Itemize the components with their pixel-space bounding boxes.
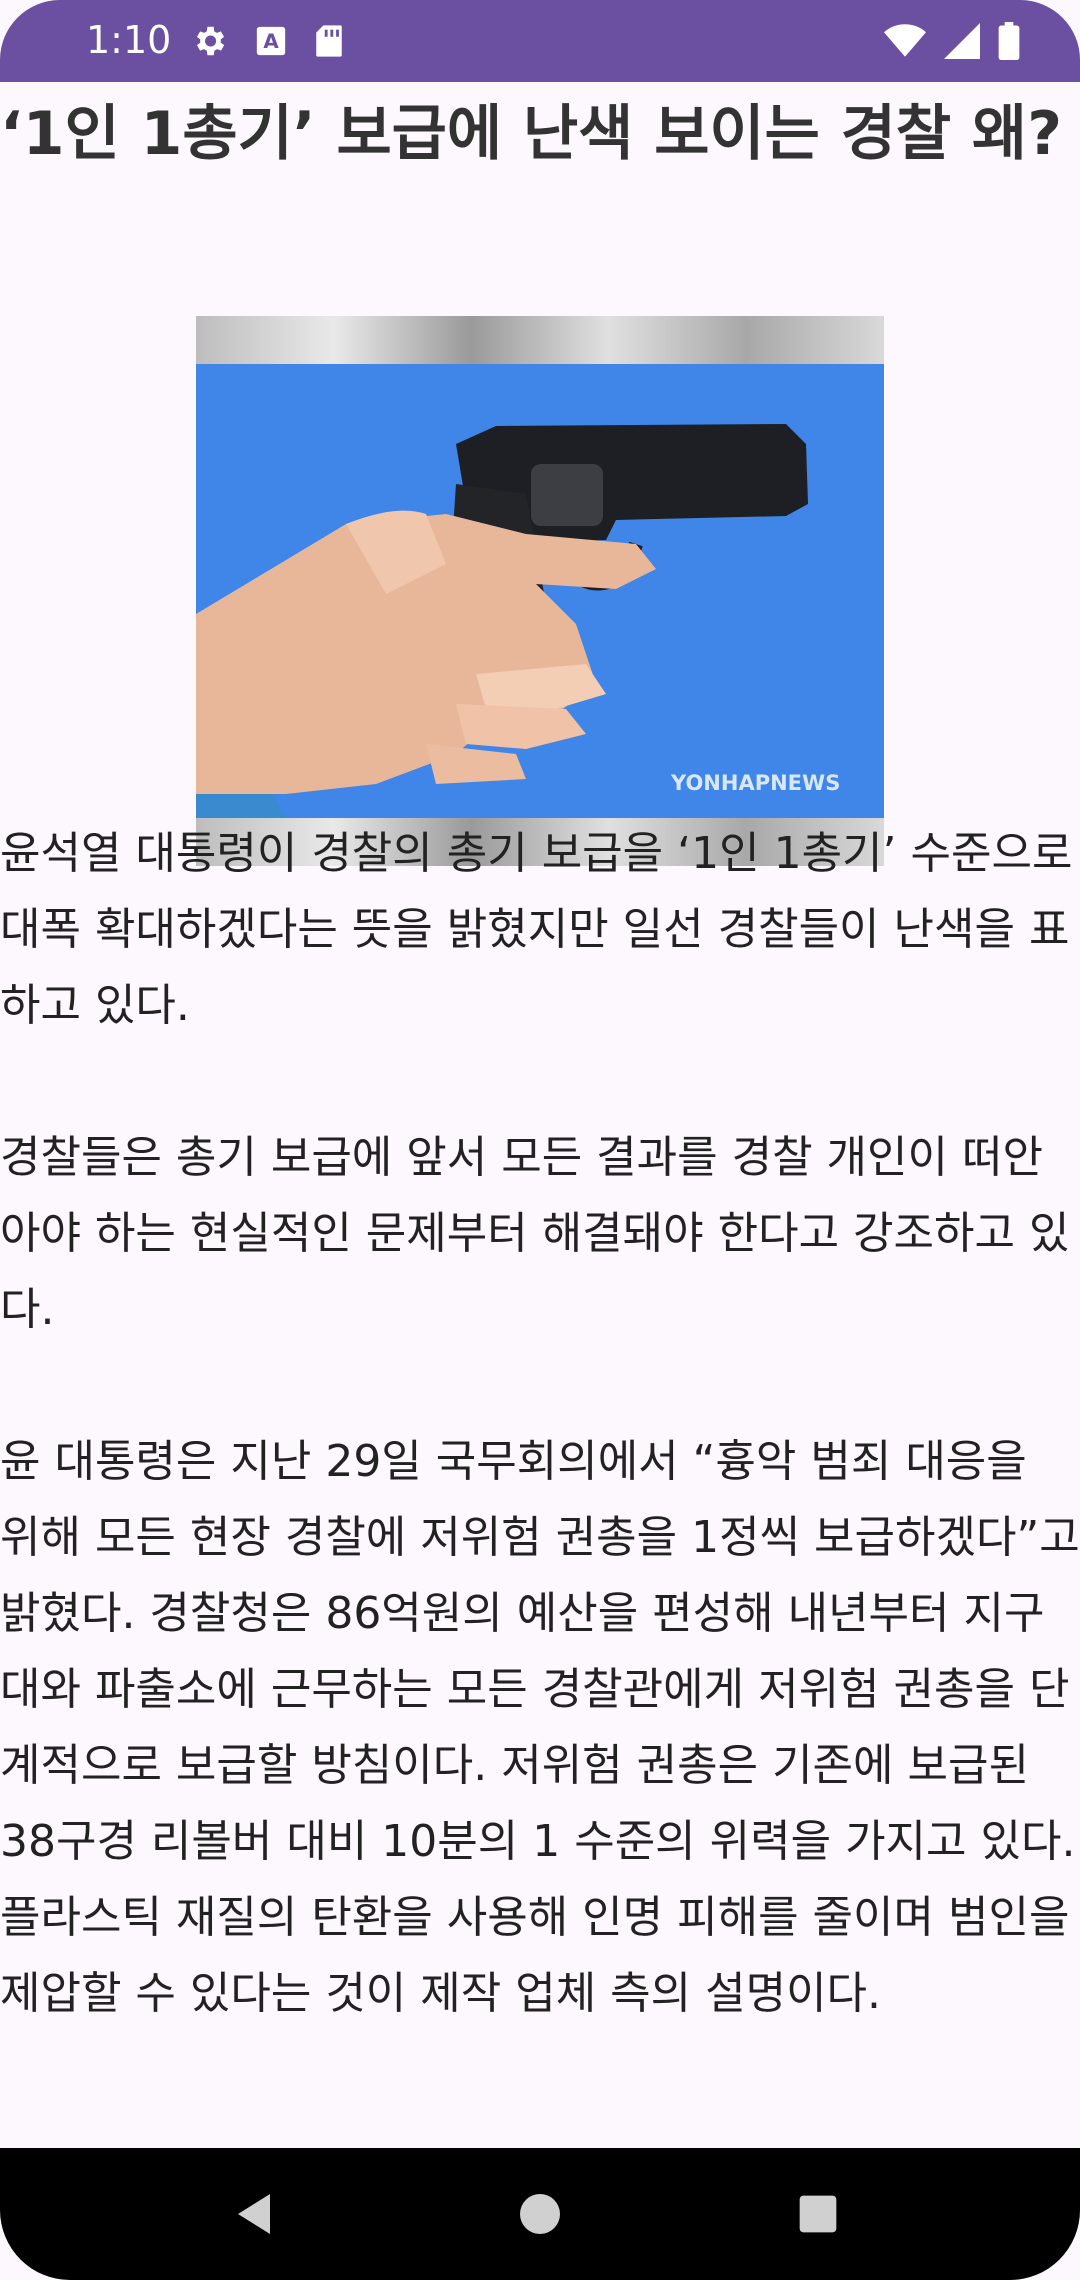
article-headline: ‘1인 1총기’ 보급에 난색 보이는 경찰 왜?	[0, 99, 1063, 169]
home-icon[interactable]	[516, 2190, 564, 2242]
status-time: 1:10	[86, 18, 172, 62]
back-icon[interactable]	[232, 2190, 280, 2242]
text-a-icon: A	[254, 24, 288, 62]
status-left-icons: A	[190, 22, 344, 64]
status-right-icons	[884, 22, 1020, 64]
signal-icon	[944, 23, 980, 63]
revolver-hands-illustration	[196, 424, 808, 818]
article-paragraph: 경찰들은 총기 보급에 앞서 모든 결과를 경찰 개인이 떠안아야 하는 현실적…	[0, 1132, 1070, 1335]
article-body: 윤석열 대통령이 경찰의 총기 보급을 ‘1인 1총기’ 수준으로 대폭 확대하…	[0, 816, 1080, 2108]
recents-icon[interactable]	[796, 2192, 840, 2240]
settings-gear-icon	[190, 22, 228, 64]
article-paragraph: 윤 대통령은 지난 29일 국무회의에서 “흉악 범죄 대응을 위해 모든 현장…	[0, 1436, 1080, 2019]
sd-card-icon	[314, 24, 344, 62]
svg-text:A: A	[263, 30, 279, 53]
image-watermark: YONHAPNEWS	[671, 771, 841, 795]
article-image: YONHAPNEWS	[196, 316, 884, 866]
navigation-bar	[0, 2148, 1080, 2280]
status-bar: 1:10 A	[0, 0, 1080, 82]
article-paragraph: 윤석열 대통령이 경찰의 총기 보급을 ‘1인 1총기’ 수준으로 대폭 확대하…	[0, 828, 1073, 1031]
battery-icon	[998, 22, 1020, 64]
image-border-top	[196, 316, 884, 364]
wifi-icon	[884, 23, 926, 63]
article-content[interactable]: ‘1인 1총기’ 보급에 난색 보이는 경찰 왜? YONHAPNEWS 윤석열…	[0, 82, 1080, 2148]
